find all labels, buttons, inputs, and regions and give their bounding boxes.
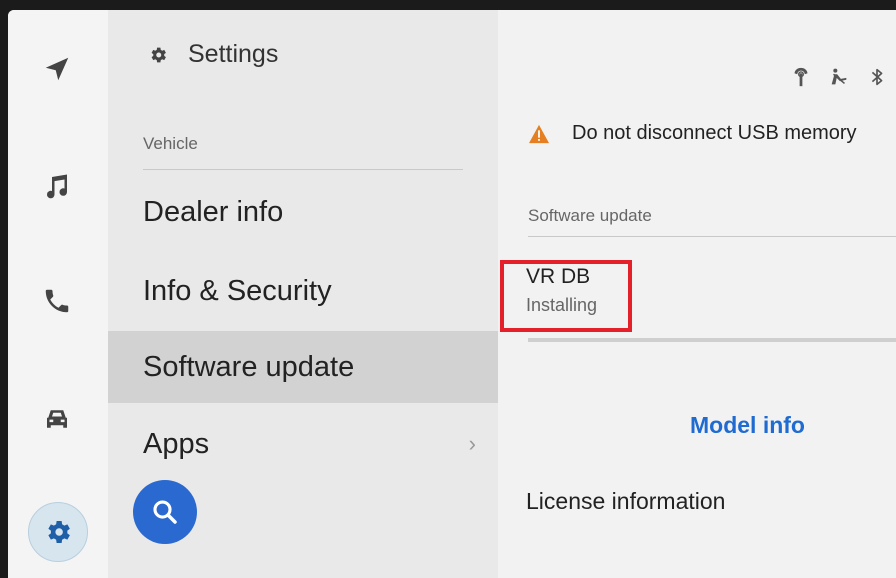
infotainment-screen: Settings Vehicle Dealer info Info & Secu… xyxy=(8,10,896,578)
install-progress-bar xyxy=(528,338,896,342)
settings-button[interactable] xyxy=(28,502,88,562)
search-button[interactable] xyxy=(133,480,197,544)
section-label-vehicle: Vehicle xyxy=(143,134,198,153)
usb-warning: Do not disconnect USB memory xyxy=(528,122,857,145)
phone-icon xyxy=(45,289,69,313)
navigation-button[interactable] xyxy=(28,40,86,98)
icon-rail xyxy=(8,10,109,578)
media-button[interactable] xyxy=(28,158,86,216)
menu-item-label: Info & Security xyxy=(143,274,332,307)
music-note-icon xyxy=(47,174,68,199)
warning-triangle-icon xyxy=(529,124,549,143)
menu-item-label: Apps xyxy=(143,427,210,460)
section-label-software-update: Software update xyxy=(528,206,652,225)
seatbelt-icon xyxy=(831,68,847,85)
gear-icon xyxy=(48,521,70,543)
status-bar xyxy=(790,66,888,88)
car-icon xyxy=(47,410,67,428)
section-divider xyxy=(528,236,896,237)
vehicle-button[interactable] xyxy=(28,390,86,448)
model-info-link[interactable]: Model info xyxy=(690,412,805,439)
menu-item-apps[interactable]: Apps › xyxy=(108,408,498,480)
gear-icon xyxy=(151,47,166,62)
software-update-pane: Do not disconnect USB memory Software up… xyxy=(498,10,896,578)
search-icon xyxy=(153,500,177,524)
license-information-item[interactable]: License information xyxy=(526,488,725,515)
highlight-box xyxy=(500,260,632,332)
chevron-right-icon: › xyxy=(468,431,476,456)
menu-item-dealer-info[interactable]: Dealer info xyxy=(108,176,498,248)
warning-text: Do not disconnect USB memory xyxy=(572,122,857,144)
menu-item-software-update[interactable]: Software update xyxy=(108,331,498,403)
menu-item-label: Software update xyxy=(143,350,355,383)
menu-item-label: Dealer info xyxy=(143,195,284,228)
wireless-charging-icon xyxy=(794,67,808,87)
bluetooth-icon xyxy=(871,68,883,86)
settings-menu: Settings Vehicle Dealer info Info & Secu… xyxy=(108,10,498,578)
phone-button[interactable] xyxy=(28,272,86,330)
menu-item-info-security[interactable]: Info & Security xyxy=(108,255,498,327)
section-divider xyxy=(143,169,463,170)
page-title: Settings xyxy=(148,40,278,69)
navigation-arrow-icon xyxy=(45,57,69,81)
page-title-text: Settings xyxy=(188,40,279,68)
